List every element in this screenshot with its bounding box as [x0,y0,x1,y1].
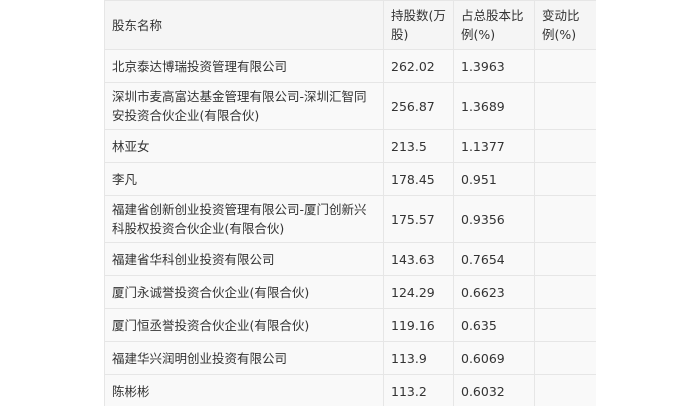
shareholder-table-container: 股东名称 持股数(万股) 占总股本比例(%) 变动比例(%) 北京泰达博瑞投资管… [104,0,596,406]
cell-shares: 213.5 [383,129,454,163]
table-row: 李凡 178.45 0.951 [104,162,596,196]
cell-change [534,195,596,243]
shareholder-table: 股东名称 持股数(万股) 占总股本比例(%) 变动比例(%) 北京泰达博瑞投资管… [104,0,596,406]
cell-shares: 124.29 [383,275,454,309]
cell-name: 陈彬彬 [104,374,384,406]
cell-name: 福建省创新创业投资管理有限公司-厦门创新兴科股权投资合伙企业(有限合伙) [104,195,384,243]
cell-name: 厦门恒丞誉投资合伙企业(有限合伙) [104,308,384,342]
cell-shares: 178.45 [383,162,454,196]
table-row: 福建华兴润明创业投资有限公司 113.9 0.6069 [104,341,596,375]
cell-change [534,49,596,83]
cell-ratio: 0.6032 [453,374,535,406]
header-change: 变动比例(%) [534,0,596,50]
table-header-row: 股东名称 持股数(万股) 占总股本比例(%) 变动比例(%) [104,0,596,50]
cell-ratio: 0.7654 [453,242,535,276]
cell-shares: 113.9 [383,341,454,375]
table-row: 陈彬彬 113.2 0.6032 [104,374,596,406]
cell-ratio: 0.635 [453,308,535,342]
cell-shares: 113.2 [383,374,454,406]
cell-change [534,242,596,276]
cell-ratio: 0.6069 [453,341,535,375]
cell-change [534,82,596,130]
cell-name: 福建省华科创业投资有限公司 [104,242,384,276]
table-row: 深圳市麦高富达基金管理有限公司-深圳汇智同安投资合伙企业(有限合伙) 256.8… [104,82,596,130]
cell-change [534,374,596,406]
table-row: 林亚女 213.5 1.1377 [104,129,596,163]
cell-name: 北京泰达博瑞投资管理有限公司 [104,49,384,83]
cell-ratio: 0.6623 [453,275,535,309]
cell-change [534,308,596,342]
header-shareholder-name: 股东名称 [104,0,384,50]
cell-change [534,129,596,163]
cell-ratio: 1.3963 [453,49,535,83]
cell-ratio: 0.951 [453,162,535,196]
table-row: 福建省华科创业投资有限公司 143.63 0.7654 [104,242,596,276]
cell-name: 林亚女 [104,129,384,163]
cell-shares: 262.02 [383,49,454,83]
header-ratio: 占总股本比例(%) [453,0,535,50]
cell-change [534,341,596,375]
header-shares: 持股数(万股) [383,0,454,50]
cell-change [534,162,596,196]
cell-shares: 119.16 [383,308,454,342]
cell-shares: 175.57 [383,195,454,243]
cell-name: 李凡 [104,162,384,196]
cell-shares: 143.63 [383,242,454,276]
cell-ratio: 1.3689 [453,82,535,130]
cell-ratio: 0.9356 [453,195,535,243]
cell-name: 福建华兴润明创业投资有限公司 [104,341,384,375]
cell-name: 深圳市麦高富达基金管理有限公司-深圳汇智同安投资合伙企业(有限合伙) [104,82,384,130]
cell-name: 厦门永诚誉投资合伙企业(有限合伙) [104,275,384,309]
table-row: 厦门恒丞誉投资合伙企业(有限合伙) 119.16 0.635 [104,308,596,342]
cell-change [534,275,596,309]
cell-shares: 256.87 [383,82,454,130]
table-row: 福建省创新创业投资管理有限公司-厦门创新兴科股权投资合伙企业(有限合伙) 175… [104,195,596,243]
cell-ratio: 1.1377 [453,129,535,163]
table-row: 厦门永诚誉投资合伙企业(有限合伙) 124.29 0.6623 [104,275,596,309]
table-row: 北京泰达博瑞投资管理有限公司 262.02 1.3963 [104,49,596,83]
